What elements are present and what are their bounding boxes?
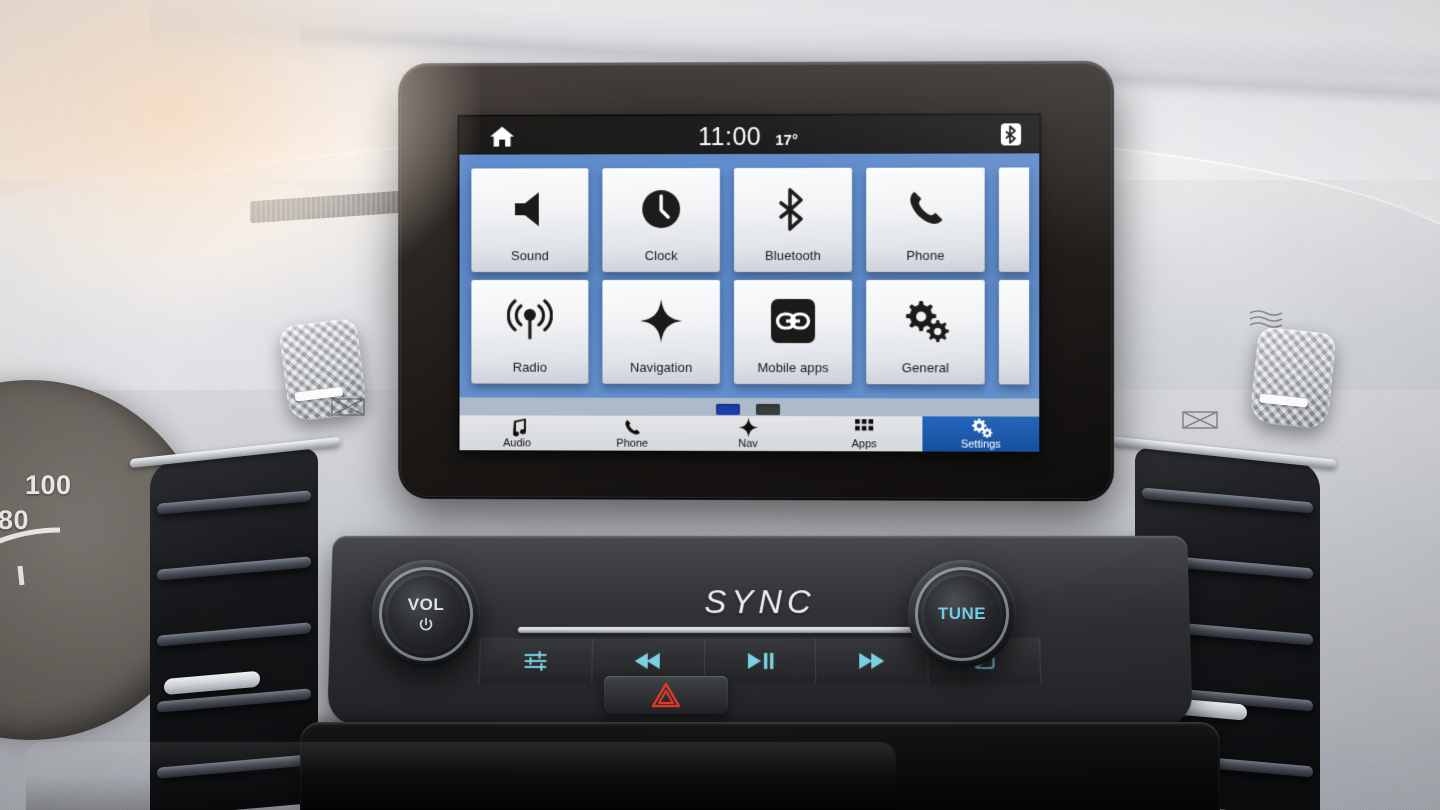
compass-star-icon: [738, 417, 759, 438]
volume-knob-face: VOL: [388, 576, 464, 652]
status-bar-center: 11:00 17°: [460, 122, 1040, 152]
tile-sound[interactable]: Sound: [471, 168, 589, 273]
nav-label: Audio: [503, 437, 531, 450]
compass-star-icon: [602, 294, 720, 348]
link-chain-icon: [734, 294, 852, 348]
volume-knob[interactable]: VOL: [372, 560, 480, 668]
clock-time: 11:00: [698, 122, 762, 152]
clock-icon: [602, 182, 720, 236]
previous-track-icon: [634, 652, 661, 670]
outside-temperature: 17°: [775, 131, 798, 149]
tile-offscreen-row1[interactable]: [998, 167, 1030, 272]
hazard-warning-button[interactable]: [604, 676, 728, 714]
rear-demist-icon: [331, 398, 365, 416]
page-indicator-2[interactable]: [755, 403, 781, 415]
phone-handset-icon: [866, 182, 985, 236]
infotainment-head-unit: 11:00 17° Sound Clock Bluetooth Phone Ra…: [398, 60, 1114, 502]
tune-knob-face: TUNE: [924, 576, 1000, 652]
tune-knob[interactable]: TUNE: [908, 560, 1016, 668]
dash-switch-right-marker: [1259, 393, 1309, 408]
tile-label: Bluetooth: [765, 247, 821, 263]
nav-nav[interactable]: Nav: [690, 416, 806, 451]
nav-apps[interactable]: Apps: [806, 416, 922, 451]
page-indicator-1[interactable]: [716, 403, 741, 415]
rear-demist-icon-right: [1182, 411, 1218, 429]
equalizer-icon: [523, 650, 549, 672]
radio-antenna-icon: [471, 294, 588, 348]
front-demist-icon: [1249, 310, 1283, 328]
home-tile-grid: Sound Clock Bluetooth Phone Radio Naviga…: [459, 153, 1040, 399]
tile-bluetooth[interactable]: Bluetooth: [734, 167, 853, 273]
nav-label: Phone: [616, 437, 649, 450]
tile-general[interactable]: General: [866, 279, 985, 385]
page-indicators: [460, 401, 1040, 416]
tile-label: Phone: [906, 247, 945, 263]
tune-knob-label: TUNE: [937, 604, 987, 623]
tile-label: Mobile apps: [757, 360, 829, 376]
power-icon: [419, 617, 433, 631]
play-pause-icon: [747, 652, 774, 670]
tile-label: Navigation: [630, 359, 693, 375]
volume-knob-label: VOL: [407, 595, 445, 614]
gears-icon: [866, 294, 985, 348]
speedometer-mark-100: 100: [25, 470, 72, 500]
phone-handset-icon: [622, 418, 642, 437]
tile-label: General: [901, 360, 950, 376]
nav-phone[interactable]: Phone: [575, 416, 691, 451]
tile-phone[interactable]: Phone: [866, 167, 985, 272]
tile-label: Radio: [512, 359, 547, 375]
nav-audio[interactable]: Audio: [460, 415, 575, 450]
next-track-button[interactable]: [816, 637, 929, 685]
dash-switch-right[interactable]: [1249, 326, 1337, 430]
speedometer-mark-80: 80: [0, 505, 30, 535]
tile-label: Sound: [510, 248, 549, 264]
next-track-icon: [858, 652, 885, 670]
equalizer-button[interactable]: [478, 637, 593, 685]
grid-apps-icon: [854, 418, 874, 437]
music-note-icon: [507, 417, 527, 437]
tile-navigation[interactable]: Navigation: [602, 280, 721, 384]
touchscreen[interactable]: 11:00 17° Sound Clock Bluetooth Phone Ra…: [459, 115, 1040, 452]
air-vent-left-slider[interactable]: [164, 670, 260, 696]
air-vent-left[interactable]: [150, 447, 318, 810]
bottom-nav-bar: Audio Phone Nav Apps Settings: [459, 415, 1040, 452]
status-bar: 11:00 17°: [459, 115, 1040, 155]
lower-console-panel: [300, 722, 1220, 810]
speaker-icon: [471, 182, 588, 236]
tile-clock[interactable]: Clock: [602, 168, 721, 273]
tile-mobile-apps[interactable]: Mobile apps: [734, 279, 853, 385]
tile-offscreen-row2[interactable]: [998, 279, 1030, 385]
nav-label: Settings: [960, 438, 1001, 451]
bluetooth-icon: [734, 182, 852, 236]
tile-label: Clock: [644, 248, 678, 264]
hazard-triangle-icon: [651, 682, 681, 708]
nav-settings[interactable]: Settings: [922, 416, 1040, 452]
bluetooth-icon: [1000, 123, 1022, 146]
nav-label: Apps: [851, 438, 877, 451]
cabin-scene: 80 100 11:00 17° Sound Clock Bluetooth P…: [0, 0, 1440, 810]
gears-icon: [969, 418, 992, 439]
tile-radio[interactable]: Radio: [471, 280, 589, 384]
nav-label: Nav: [738, 437, 758, 451]
